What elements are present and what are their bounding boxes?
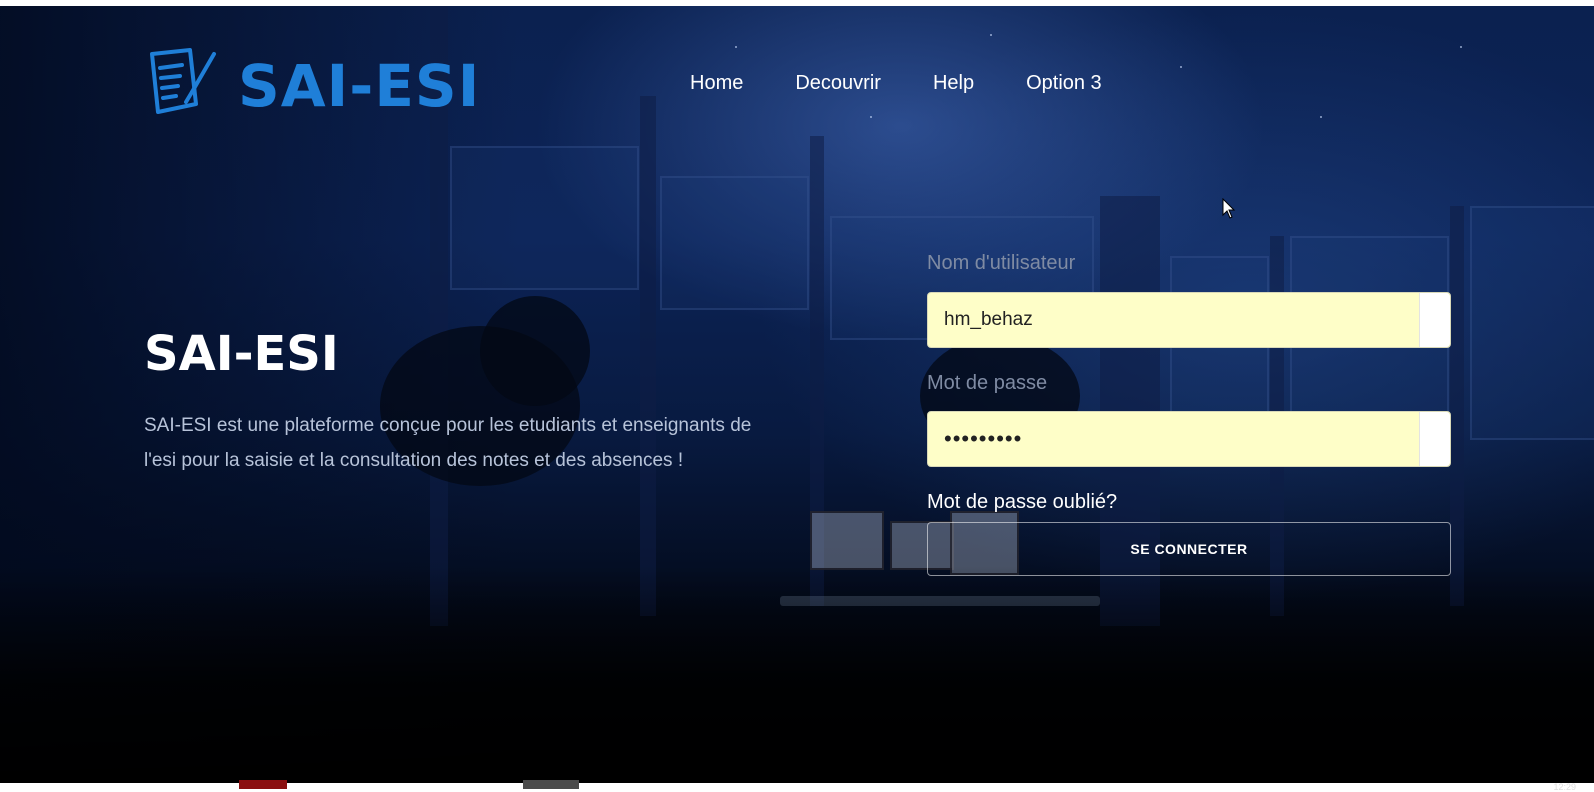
username-field[interactable]	[927, 292, 1451, 348]
autofill-cap	[1419, 293, 1450, 347]
brand-name: SAI-ESI	[238, 51, 481, 120]
hero-description: SAI-ESI est une plateforme conçue pour l…	[144, 415, 752, 471]
window-frame	[640, 96, 656, 616]
autofill-cap	[1419, 412, 1450, 466]
nav-option-3[interactable]: Option 3	[1026, 72, 1102, 95]
password-label: Mot de passe	[927, 372, 1048, 394]
star	[735, 46, 737, 48]
star	[1460, 46, 1462, 48]
plant-silhouette	[480, 296, 590, 406]
username-label: Nom d'utilisateur	[927, 252, 1076, 274]
star	[1180, 66, 1182, 68]
window-pane	[450, 146, 639, 290]
window-frame	[1450, 206, 1464, 606]
window-pane	[1470, 206, 1594, 440]
star	[990, 34, 992, 36]
document-pen-icon	[146, 46, 218, 125]
password-field[interactable]	[927, 411, 1451, 467]
forgot-password-link[interactable]: Mot de passe oublié?	[927, 491, 1117, 514]
star	[870, 116, 872, 118]
mouse-cursor-icon	[1222, 197, 1236, 225]
brand-logo[interactable]: SAI-ESI	[146, 46, 480, 125]
taskbar-clock: 12:29	[1553, 782, 1576, 792]
hero-title: SAI-ESI	[144, 326, 339, 382]
login-button[interactable]: SE CONNECTER	[927, 522, 1451, 576]
floor-shade	[0, 566, 1594, 783]
window-pane	[660, 176, 809, 310]
main-nav: Home Decouvrir Help Option 3	[690, 72, 1102, 95]
nav-home[interactable]: Home	[690, 72, 743, 95]
taskbar-app-icon[interactable]	[523, 780, 579, 789]
nav-decouvrir[interactable]: Decouvrir	[795, 72, 881, 95]
username-input[interactable]	[928, 293, 1418, 347]
monitor-silhouette	[810, 511, 884, 570]
taskbar-app-icon[interactable]	[239, 780, 287, 789]
password-input[interactable]	[928, 412, 1418, 466]
star	[1320, 116, 1322, 118]
nav-help[interactable]: Help	[933, 72, 974, 95]
